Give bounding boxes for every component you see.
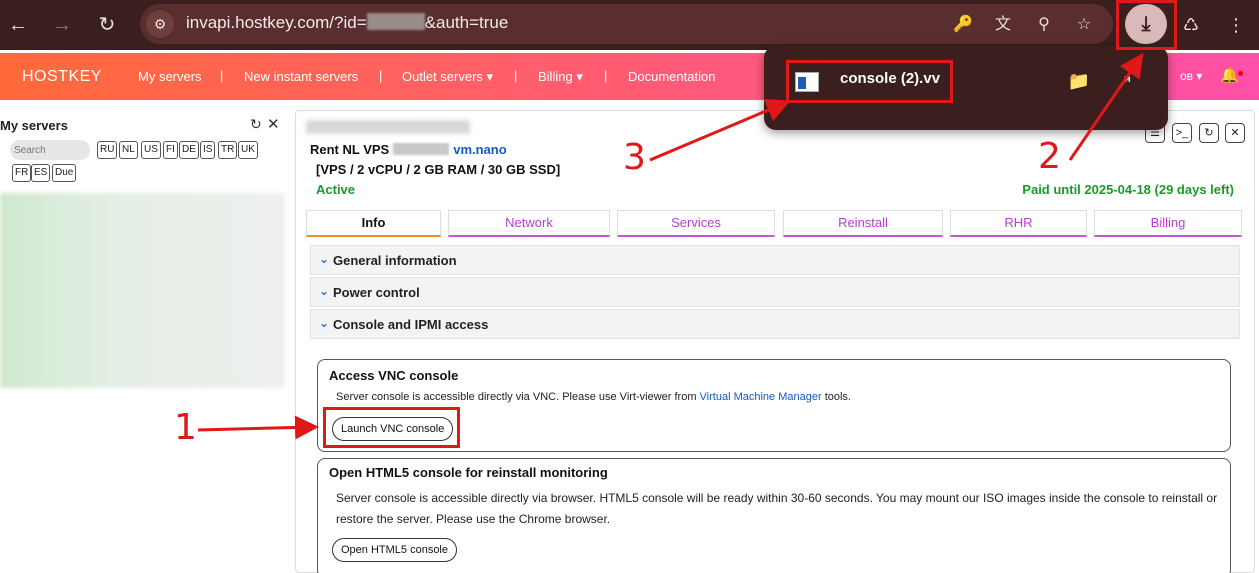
notification-dot [1238,71,1243,76]
tab-info[interactable]: Info [306,210,441,237]
caret-down-icon: ▾ [1196,69,1203,83]
html5-console-card: Open HTML5 console for reinstall monitor… [317,458,1231,573]
annotation-step-1: 1 [174,407,197,448]
server-spec: [VPS / 2 vCPU / 2 GB RAM / 30 GB SSD] [316,162,561,177]
open-html5-console-button[interactable]: Open HTML5 console [332,538,457,562]
sidebar-title: My servers [0,118,68,133]
server-plan[interactable]: vm.nano [453,142,506,157]
caret-down-icon: ▾ [576,69,583,84]
nav-documentation[interactable]: Documentation [628,69,715,84]
open-external-icon[interactable]: ↗ [1112,68,1138,94]
sidebar: My servers ↻ ✕ RU NL US FI DE IS TR UK F… [0,110,286,573]
html5-card-title: Open HTML5 console for reinstall monitor… [329,465,608,480]
filter-fr[interactable]: FR [12,164,32,182]
key-icon[interactable]: 🔑 [952,14,974,36]
nav-separator: | [604,68,608,83]
tab-reinstall[interactable]: Reinstall [783,210,943,237]
annotation-step-3: 3 [623,137,646,178]
tab-billing[interactable]: Billing [1094,210,1242,237]
zoom-icon[interactable]: ⚲ [1033,14,1055,36]
annotation-box-download-button [1116,0,1177,50]
chevron-down-icon: ⌄ [319,316,330,330]
nav-separator: | [220,68,224,83]
browser-toolbar: ← → ↻ ⚙ invapi.hostkey.com/?id= &auth=tru… [0,0,1259,50]
filter-uk[interactable]: UK [238,141,258,159]
close-icon[interactable]: ✕ [1225,123,1245,143]
redacted-id [366,13,425,30]
tab-services[interactable]: Services [617,210,775,237]
vnc-card-text: Server console is accessible directly vi… [336,391,851,403]
caret-down-icon: ▾ [486,69,494,84]
close-icon[interactable]: ✕ [267,115,280,133]
filter-de[interactable]: DE [179,141,199,159]
terminal-icon[interactable]: >_ [1172,123,1192,143]
back-arrow-icon[interactable]: ← [4,11,32,39]
annotation-box-download-file [786,60,953,103]
bell-icon[interactable]: 🔔 [1220,66,1239,84]
html5-card-text: Server console is accessible directly vi… [336,491,1218,526]
redacted-server-name [306,120,470,134]
nav-outlet-servers[interactable]: Outlet servers ▾ [402,69,493,85]
nav-separator: | [514,68,518,83]
section-general-information[interactable]: ⌄ General information [310,245,1240,275]
paid-until: Paid until 2025-04-18 (29 days left) [1022,182,1234,197]
refresh-icon[interactable]: ↻ [1199,123,1219,143]
server-list-redacted[interactable] [0,193,285,388]
vnc-card-title: Access VNC console [329,368,459,383]
server-panel: ☰ >_ ↻ ✕ Rent NL VPS vm.nano [VPS / 2 vCP… [295,110,1255,573]
chevron-down-icon: ⌄ [319,252,330,266]
hostkey-logo[interactable]: HOSTKEY [22,68,102,86]
search-input[interactable] [10,140,90,160]
section-console-ipmi[interactable]: ⌄ Console and IPMI access [310,309,1240,339]
extension-icon[interactable]: ♺ [1177,11,1205,39]
reload-icon[interactable]: ↻ [93,11,121,39]
server-title: Rent NL VPS vm.nano [310,142,507,157]
section-power-control[interactable]: ⌄ Power control [310,277,1240,307]
filter-is[interactable]: IS [200,141,216,159]
filter-ru[interactable]: RU [97,141,118,159]
annotation-box-vnc-button [323,407,460,448]
star-icon[interactable]: ☆ [1073,14,1095,36]
folder-icon[interactable]: 📁 [1066,68,1092,94]
nav-billing[interactable]: Billing ▾ [538,69,583,85]
status-badge: Active [316,182,356,197]
user-menu[interactable]: ов ▾ [1180,69,1202,83]
tab-network[interactable]: Network [448,210,610,237]
tab-rhr[interactable]: RHR [950,210,1087,237]
address-bar[interactable]: ⚙ invapi.hostkey.com/?id= &auth=true 🔑 文 … [140,4,1113,44]
site-info-icon[interactable]: ⚙ [146,10,174,38]
filter-fi[interactable]: FI [163,141,178,159]
chevron-down-icon: ⌄ [319,284,330,298]
filter-nl[interactable]: NL [119,141,138,159]
nav-my-servers[interactable]: My servers [138,69,202,84]
virtual-machine-manager-link[interactable]: Virtual Machine Manager [700,391,822,403]
nav-separator: | [379,68,383,83]
filter-us[interactable]: US [141,141,161,159]
url-text[interactable]: invapi.hostkey.com/?id= &auth=true [186,13,508,33]
forward-arrow-icon[interactable]: → [48,11,76,39]
refresh-icon[interactable]: ↻ [250,116,262,133]
translate-icon[interactable]: 文 [992,14,1014,36]
filter-es[interactable]: ES [31,164,51,182]
redacted-server-id [393,143,450,155]
filter-due[interactable]: Due [52,164,77,182]
filter-tr[interactable]: TR [218,141,238,159]
menu-icon[interactable]: ⋮ [1222,11,1250,39]
annotation-step-2: 2 [1038,136,1061,177]
nav-new-instant-servers[interactable]: New instant servers [244,69,358,84]
